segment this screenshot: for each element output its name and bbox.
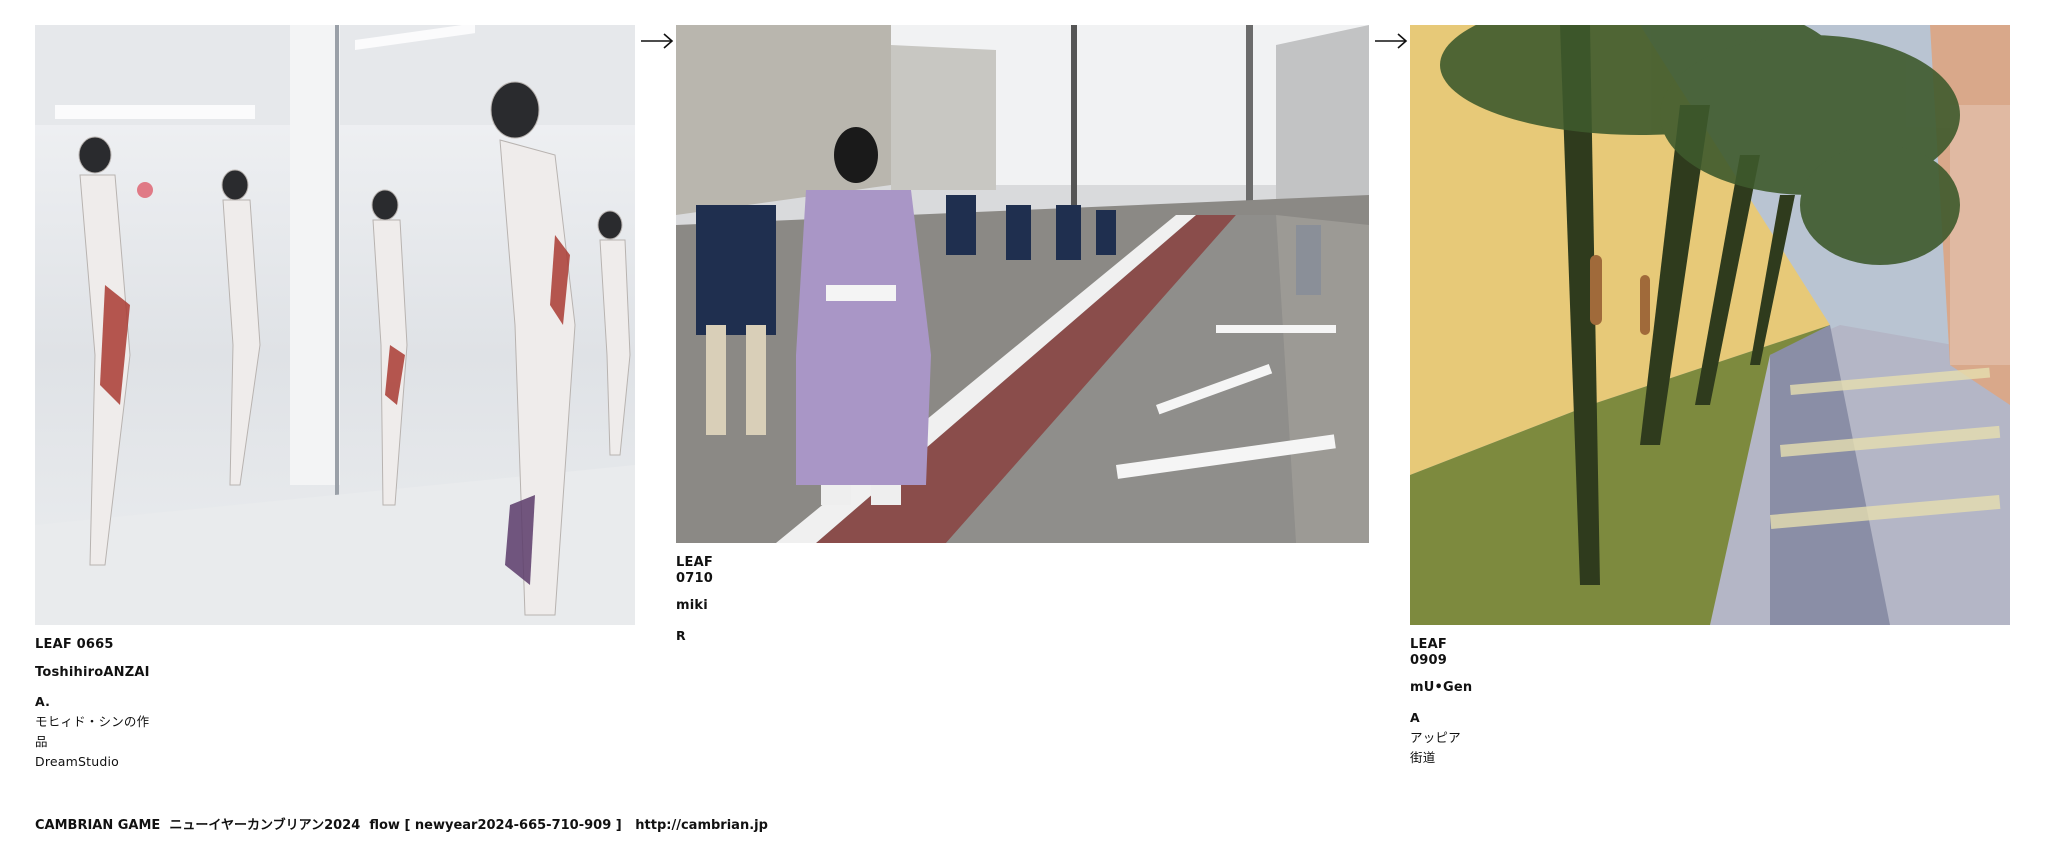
footer-bar: CAMBRIAN GAME ニューイヤーカンブリアン2024 flow [ ne… xyxy=(35,814,768,833)
leaf-note: アッピア街道 xyxy=(1410,729,1461,765)
leaf-author[interactable]: ToshihiroANZAI xyxy=(35,665,150,681)
leaf-author[interactable]: mU•Gen xyxy=(1410,680,1472,696)
footer-flow-label: flow xyxy=(369,818,400,833)
leaf-id[interactable]: LEAF 0665 xyxy=(35,637,150,653)
leaf-caption-0909: LEAF 0909 mU•Gen A アッピア街道 xyxy=(1410,637,1472,768)
footer-title: CAMBRIAN GAME xyxy=(35,818,161,833)
leaf-image-0665[interactable] xyxy=(35,25,635,625)
leaf-note: モヒィド・シンの作品 xyxy=(35,714,150,750)
footer-url-link[interactable]: http://cambrian.jp xyxy=(635,818,768,833)
leaf-image-0710[interactable] xyxy=(676,25,1369,543)
leaf-note: A xyxy=(1410,709,1420,725)
leaf-image-0909[interactable] xyxy=(1410,25,2010,625)
leaf-id[interactable]: LEAF 0710 xyxy=(676,555,713,586)
arrow-right-icon xyxy=(640,32,674,50)
leaf-note: R xyxy=(676,627,686,643)
footer-subtitle: ニューイヤーカンブリアン2024 xyxy=(169,818,361,833)
arrow-right-icon xyxy=(1374,32,1408,50)
leaf-note: DreamStudio xyxy=(35,754,120,770)
footer-flow-code: [ newyear2024-665-710-909 ] xyxy=(404,818,622,833)
leaf-author[interactable]: miki xyxy=(676,598,713,614)
leaf-caption-0710: LEAF 0710 miki R xyxy=(676,555,713,646)
leaf-caption-0665: LEAF 0665 ToshihiroANZAI A. モヒィド・シンの作品 D… xyxy=(35,637,150,772)
leaf-id[interactable]: LEAF 0909 xyxy=(1410,637,1472,668)
leaf-note: A. xyxy=(35,694,51,710)
